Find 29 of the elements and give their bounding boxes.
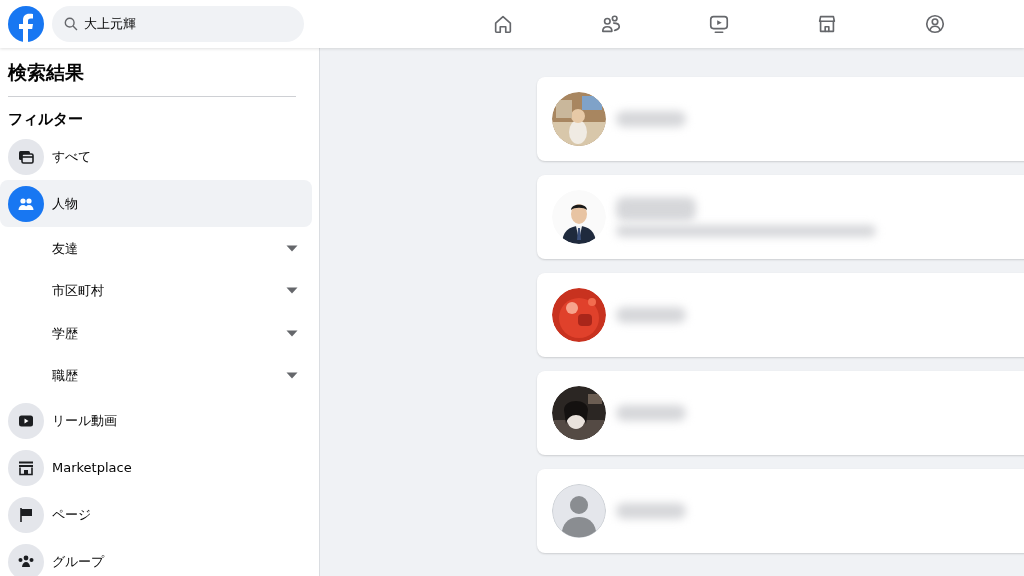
filter-item[interactable]: グループ <box>0 538 312 576</box>
blurred-name <box>616 405 686 421</box>
caret-icon <box>286 244 298 252</box>
facebook-logo[interactable] <box>8 6 44 42</box>
home-icon <box>492 13 514 35</box>
blurred-name <box>616 503 686 519</box>
filter-item[interactable]: ページ <box>0 491 312 538</box>
filter-item[interactable]: すべて <box>0 133 312 180</box>
filter-dropdown[interactable]: 友達 <box>0 227 312 270</box>
filter-dropdown[interactable]: 市区町村 <box>0 269 312 312</box>
video-icon <box>708 13 730 35</box>
caret-icon <box>286 372 298 380</box>
filter-dropdown[interactable]: 職歴 <box>0 354 312 397</box>
blurred-name <box>616 307 686 323</box>
filter-item[interactable]: 人物 <box>0 180 312 227</box>
result-card[interactable] <box>537 371 1024 455</box>
search-field[interactable]: 大上元輝 <box>52 6 304 42</box>
filter-item[interactable]: リール動画 <box>0 397 312 444</box>
page-title: 検索結果 <box>8 60 85 85</box>
blurred-name <box>616 111 686 127</box>
default-avatar-icon <box>552 484 606 538</box>
store-icon <box>816 13 838 35</box>
caret-icon <box>286 329 298 337</box>
filter-dropdown[interactable]: 学歴 <box>0 312 312 355</box>
caret-icon <box>286 287 298 295</box>
friends-icon <box>600 13 622 35</box>
filter-heading: フィルター <box>8 109 84 130</box>
profile-icon <box>924 13 946 35</box>
filter-item[interactable]: Marketplace <box>0 444 312 491</box>
